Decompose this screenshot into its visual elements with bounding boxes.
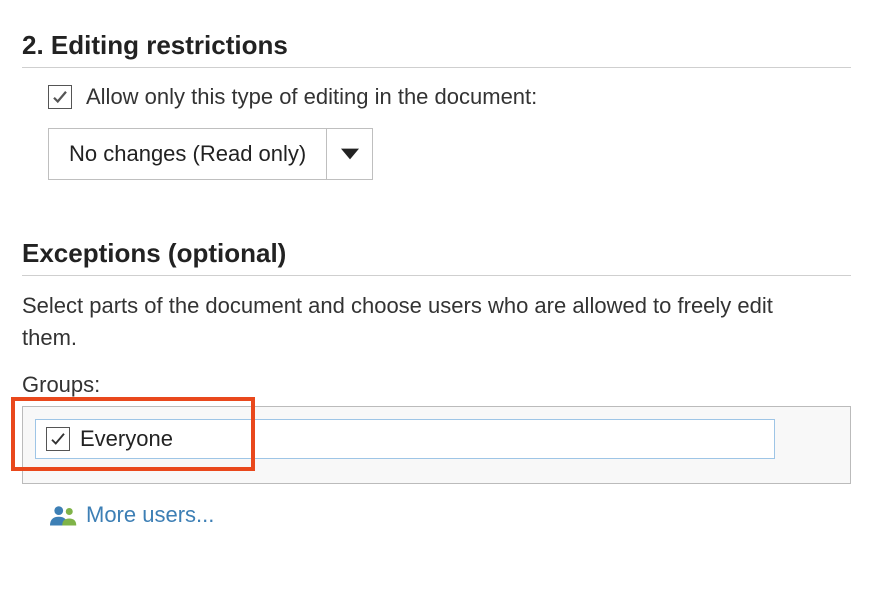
chevron-down-icon xyxy=(341,148,359,160)
dropdown-toggle[interactable] xyxy=(326,129,372,179)
groups-listbox: Everyone xyxy=(22,406,851,484)
more-users-link[interactable]: More users... xyxy=(50,502,214,528)
allow-editing-label: Allow only this type of editing in the d… xyxy=(86,84,537,110)
more-users-label: More users... xyxy=(86,502,214,528)
editing-restrictions-heading: 2. Editing restrictions xyxy=(22,30,851,68)
editing-type-dropdown[interactable]: No changes (Read only) xyxy=(48,128,373,180)
exceptions-heading: Exceptions (optional) xyxy=(22,238,851,276)
allow-editing-checkbox[interactable] xyxy=(48,85,72,109)
everyone-checkbox[interactable] xyxy=(46,427,70,451)
users-icon xyxy=(50,503,78,527)
editing-type-value: No changes (Read only) xyxy=(49,129,326,179)
group-item-everyone[interactable]: Everyone xyxy=(35,419,775,459)
group-item-label: Everyone xyxy=(80,426,173,452)
groups-label: Groups: xyxy=(22,372,851,398)
check-icon xyxy=(51,88,69,106)
exceptions-description: Select parts of the document and choose … xyxy=(22,290,822,354)
check-icon xyxy=(49,430,67,448)
